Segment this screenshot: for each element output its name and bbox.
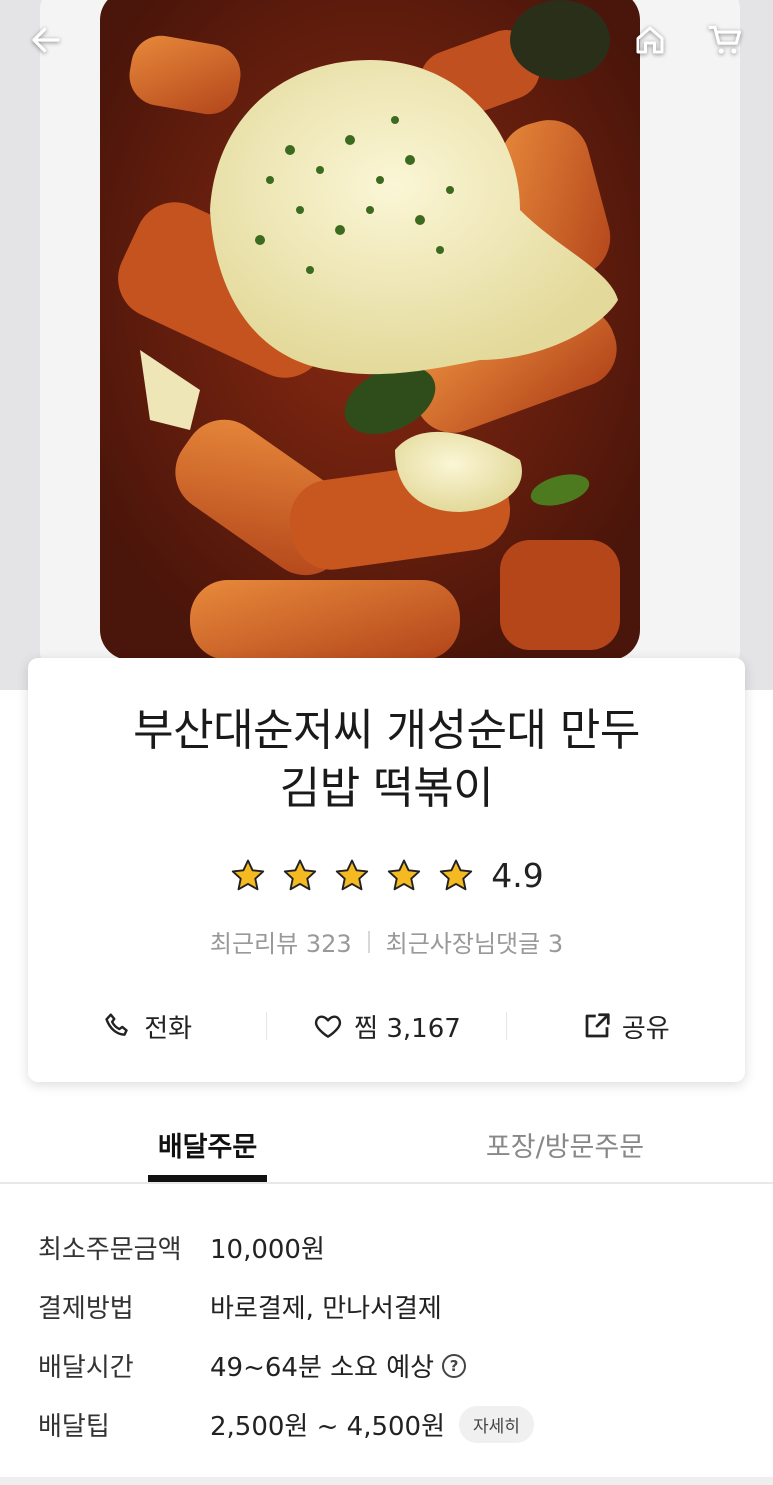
recent-reviews[interactable]: 최근리뷰 323 bbox=[210, 924, 352, 959]
active-tab-indicator bbox=[148, 1175, 267, 1182]
heart-icon bbox=[315, 1015, 342, 1038]
phone-icon bbox=[105, 1013, 128, 1036]
rating-value: 4.9 bbox=[491, 856, 544, 895]
rating-row: 4.9 bbox=[28, 856, 745, 895]
store-name-line2: 김밥 떡볶이 bbox=[279, 763, 494, 814]
owner-replies[interactable]: 최근사장님댓글 3 bbox=[386, 924, 563, 959]
home-icon bbox=[636, 26, 664, 54]
arrow-left-icon bbox=[32, 27, 60, 53]
store-name: 부산대순저씨 개성순대 만두 김밥 떡볶이 bbox=[48, 702, 725, 818]
tip-detail-button[interactable]: 자세히 bbox=[459, 1406, 534, 1443]
like-label: 찜 3,167 bbox=[354, 1013, 461, 1044]
info-value: 바로결제, 만나서결제 bbox=[210, 1294, 442, 1324]
store-name-line1: 부산대순저씨 개성순대 만두 bbox=[133, 705, 640, 756]
info-row-min-order: 최소주문금액 10,000원 bbox=[38, 1218, 738, 1277]
section-divider bbox=[0, 1477, 773, 1485]
info-label: 결제방법 bbox=[38, 1294, 134, 1324]
info-label: 최소주문금액 bbox=[38, 1235, 182, 1265]
store-photo bbox=[0, 0, 773, 690]
share-button[interactable]: 공유 bbox=[507, 998, 745, 1054]
star-icon bbox=[232, 859, 265, 890]
cart-button[interactable] bbox=[704, 18, 748, 62]
divider bbox=[367, 930, 370, 953]
delivery-info: 최소주문금액 10,000원 결제방법 바로결제, 만나서결제 배달시간 49~… bbox=[38, 1218, 738, 1454]
share-label: 공유 bbox=[621, 1013, 670, 1044]
star-icon bbox=[284, 859, 317, 890]
cart-icon bbox=[708, 25, 742, 54]
action-row: 전화 찜 3,167 공유 bbox=[28, 998, 745, 1054]
review-summary[interactable]: 최근리뷰 323 최근사장님댓글 3 bbox=[28, 924, 745, 959]
call-button[interactable]: 전화 bbox=[28, 998, 266, 1054]
info-value: 49~64분 소요 예상 ? bbox=[210, 1347, 467, 1384]
like-button[interactable]: 찜 3,167 bbox=[267, 998, 505, 1054]
info-value: 10,000원 bbox=[210, 1235, 325, 1265]
info-row-delivery-time: 배달시간 49~64분 소요 예상 ? bbox=[38, 1336, 738, 1395]
info-value: 2,500원 ~ 4,500원 자세히 bbox=[210, 1406, 534, 1443]
tab-pickup[interactable]: 포장/방문주문 bbox=[470, 1106, 660, 1182]
info-row-payment: 결제방법 바로결제, 만나서결제 bbox=[38, 1277, 738, 1336]
call-label: 전화 bbox=[144, 1013, 193, 1044]
help-icon[interactable]: ? bbox=[442, 1353, 467, 1378]
star-icon bbox=[336, 859, 369, 890]
info-label: 배달시간 bbox=[38, 1353, 134, 1383]
tab-delivery[interactable]: 배달주문 bbox=[148, 1106, 267, 1182]
home-button[interactable] bbox=[628, 18, 672, 62]
share-icon bbox=[585, 1013, 610, 1038]
star-icon bbox=[440, 859, 473, 890]
back-button[interactable] bbox=[24, 18, 68, 62]
store-info-card: 부산대순저씨 개성순대 만두 김밥 떡볶이 4.9 최근리뷰 323 최근사장님… bbox=[28, 658, 745, 1082]
info-row-delivery-tip: 배달팁 2,500원 ~ 4,500원 자세히 bbox=[38, 1395, 738, 1454]
order-tabs: 배달주문 포장/방문주문 bbox=[0, 1106, 773, 1184]
star-rating bbox=[229, 857, 475, 895]
info-label: 배달팁 bbox=[38, 1412, 110, 1442]
star-icon bbox=[388, 859, 421, 890]
